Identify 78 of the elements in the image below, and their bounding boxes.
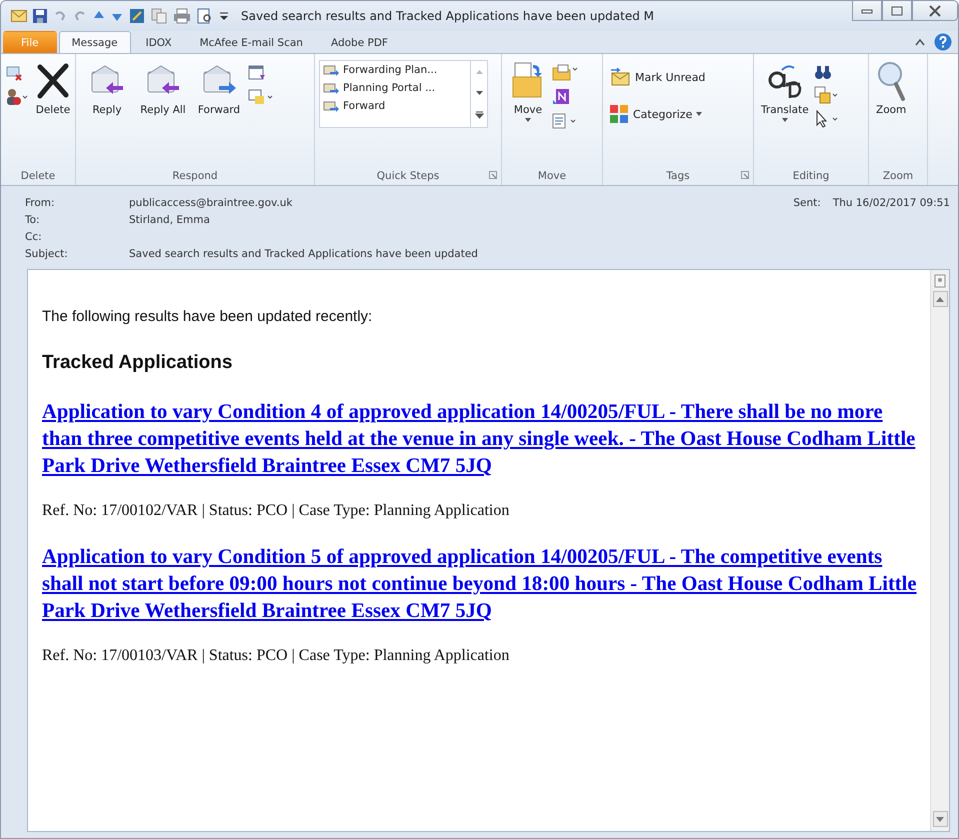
header-value: publicaccess@braintree.gov.uk (129, 197, 294, 210)
quick-step-item[interactable]: Forward (320, 97, 470, 115)
header-label: From: (25, 197, 56, 210)
more-respond-icon[interactable] (248, 88, 274, 106)
close-button[interactable] (912, 1, 958, 21)
application-details: Ref. No: 17/00103/VAR | Status: PCO | Case Type: Planning Application (42, 647, 510, 665)
move-button[interactable]: Move (506, 58, 550, 124)
collapse-ribbon-icon[interactable] (914, 37, 926, 47)
group-label: Quick Steps (376, 170, 440, 184)
group-label: Move (536, 170, 568, 184)
mark-unread-button[interactable]: Mark Unread (607, 66, 708, 88)
mail-icon (11, 10, 27, 22)
group-label: Zoom (882, 170, 914, 184)
delete-button[interactable]: Delete (31, 58, 75, 118)
dropdown-caret-icon (525, 118, 531, 122)
close-icon (928, 4, 942, 16)
ribbon-tab[interactable]: Adobe PDF (318, 31, 401, 53)
envelope-icon (609, 68, 631, 86)
application-link[interactable]: Application to vary Condition 4 of approved application 14/00205/FUL - There shall be no more than three competitive events held at the venue in any single week. - The Oast House Codham Little Park Drive Wethersfield Braintree Essex CM7 5JQ (42, 399, 927, 480)
section-heading: Tracked Applications (42, 352, 234, 374)
window-title: Saved search results and Tracked Applications have been updated M (241, 9, 654, 23)
sent-value: Thu 16/02/2017 09:51 (832, 197, 950, 211)
header-label: Subject: (25, 248, 69, 261)
ribbon-tab[interactable]: IDOX (132, 31, 185, 53)
translate-button[interactable]: Translate (758, 58, 812, 124)
folder-icon[interactable] (552, 64, 580, 82)
maximize-icon (891, 6, 903, 16)
header-label: To: (25, 214, 41, 227)
up-arrow-icon (936, 296, 944, 302)
calendar-icon[interactable] (248, 64, 266, 82)
reply-button[interactable]: Reply (80, 58, 134, 118)
ignore-icon[interactable] (5, 64, 23, 82)
print-preview-icon[interactable] (197, 8, 213, 24)
onenote-icon[interactable] (552, 88, 570, 106)
header-value: Saved search results and Tracked Applications have been updated (129, 248, 478, 261)
application-link[interactable]: Application to vary Condition 5 of approved application 14/00205/FUL - The competitive events shall not start before 09:00 hours not continue beyond 18:00 hours - The Oast House Codham Little Park Drive Wethersfield Braintree Essex CM7 5JQ (42, 544, 927, 625)
group-label: Editing (792, 170, 830, 184)
dialog-launcher-icon[interactable] (741, 171, 749, 179)
scroll-down-icon[interactable] (474, 90, 484, 96)
color-squares-icon (609, 104, 629, 124)
intro-text: The following results have been updated recently: (42, 308, 374, 325)
categorize-button[interactable]: Categorize (607, 102, 704, 126)
rules-icon[interactable] (552, 112, 578, 130)
copy-icon[interactable] (151, 8, 167, 24)
quick-step-item[interactable]: Planning Portal ... (320, 79, 470, 97)
group-label: Delete (20, 170, 56, 184)
customize-icon[interactable] (219, 10, 229, 22)
dialog-launcher-icon[interactable] (489, 171, 497, 179)
group-label: Tags (665, 170, 691, 184)
zoom-button[interactable]: Zoom (873, 58, 910, 118)
application-details: Ref. No: 17/00102/VAR | Status: PCO | Case Type: Planning Application (42, 502, 510, 520)
down-arrow-icon (936, 816, 944, 822)
magnifier-icon (876, 60, 906, 102)
replace-icon[interactable] (814, 86, 840, 104)
header-value: Stirland, Emma (129, 214, 211, 227)
forward-button[interactable]: Forward (192, 58, 246, 118)
header-label: Cc: (25, 231, 43, 244)
binoculars-icon[interactable] (814, 64, 832, 80)
expand-gallery-icon[interactable] (474, 111, 484, 120)
help-icon[interactable] (934, 33, 952, 51)
quick-step-item[interactable]: Forwarding Plan... (320, 61, 470, 79)
people-pane-icon[interactable] (934, 274, 946, 288)
ribbon-tab[interactable]: Message (58, 31, 131, 53)
maximize-button[interactable] (882, 1, 912, 21)
save-icon[interactable] (33, 9, 47, 23)
junk-icon[interactable] (5, 88, 29, 106)
minimize-button[interactable] (852, 1, 882, 21)
dropdown-caret-icon (696, 112, 702, 116)
printer-icon[interactable] (173, 8, 191, 24)
pointer-icon[interactable] (814, 110, 840, 128)
scroll-down-button[interactable] (932, 811, 948, 827)
group-label: Respond (171, 170, 219, 184)
dropdown-caret-icon (782, 118, 788, 122)
minimize-icon (861, 8, 873, 14)
scroll-up-button[interactable] (932, 291, 948, 307)
reply-all-button[interactable]: Reply All (136, 58, 190, 118)
ribbon-tab[interactable]: McAfee E-mail Scan (186, 31, 316, 53)
sent-label: Sent: (793, 197, 821, 211)
